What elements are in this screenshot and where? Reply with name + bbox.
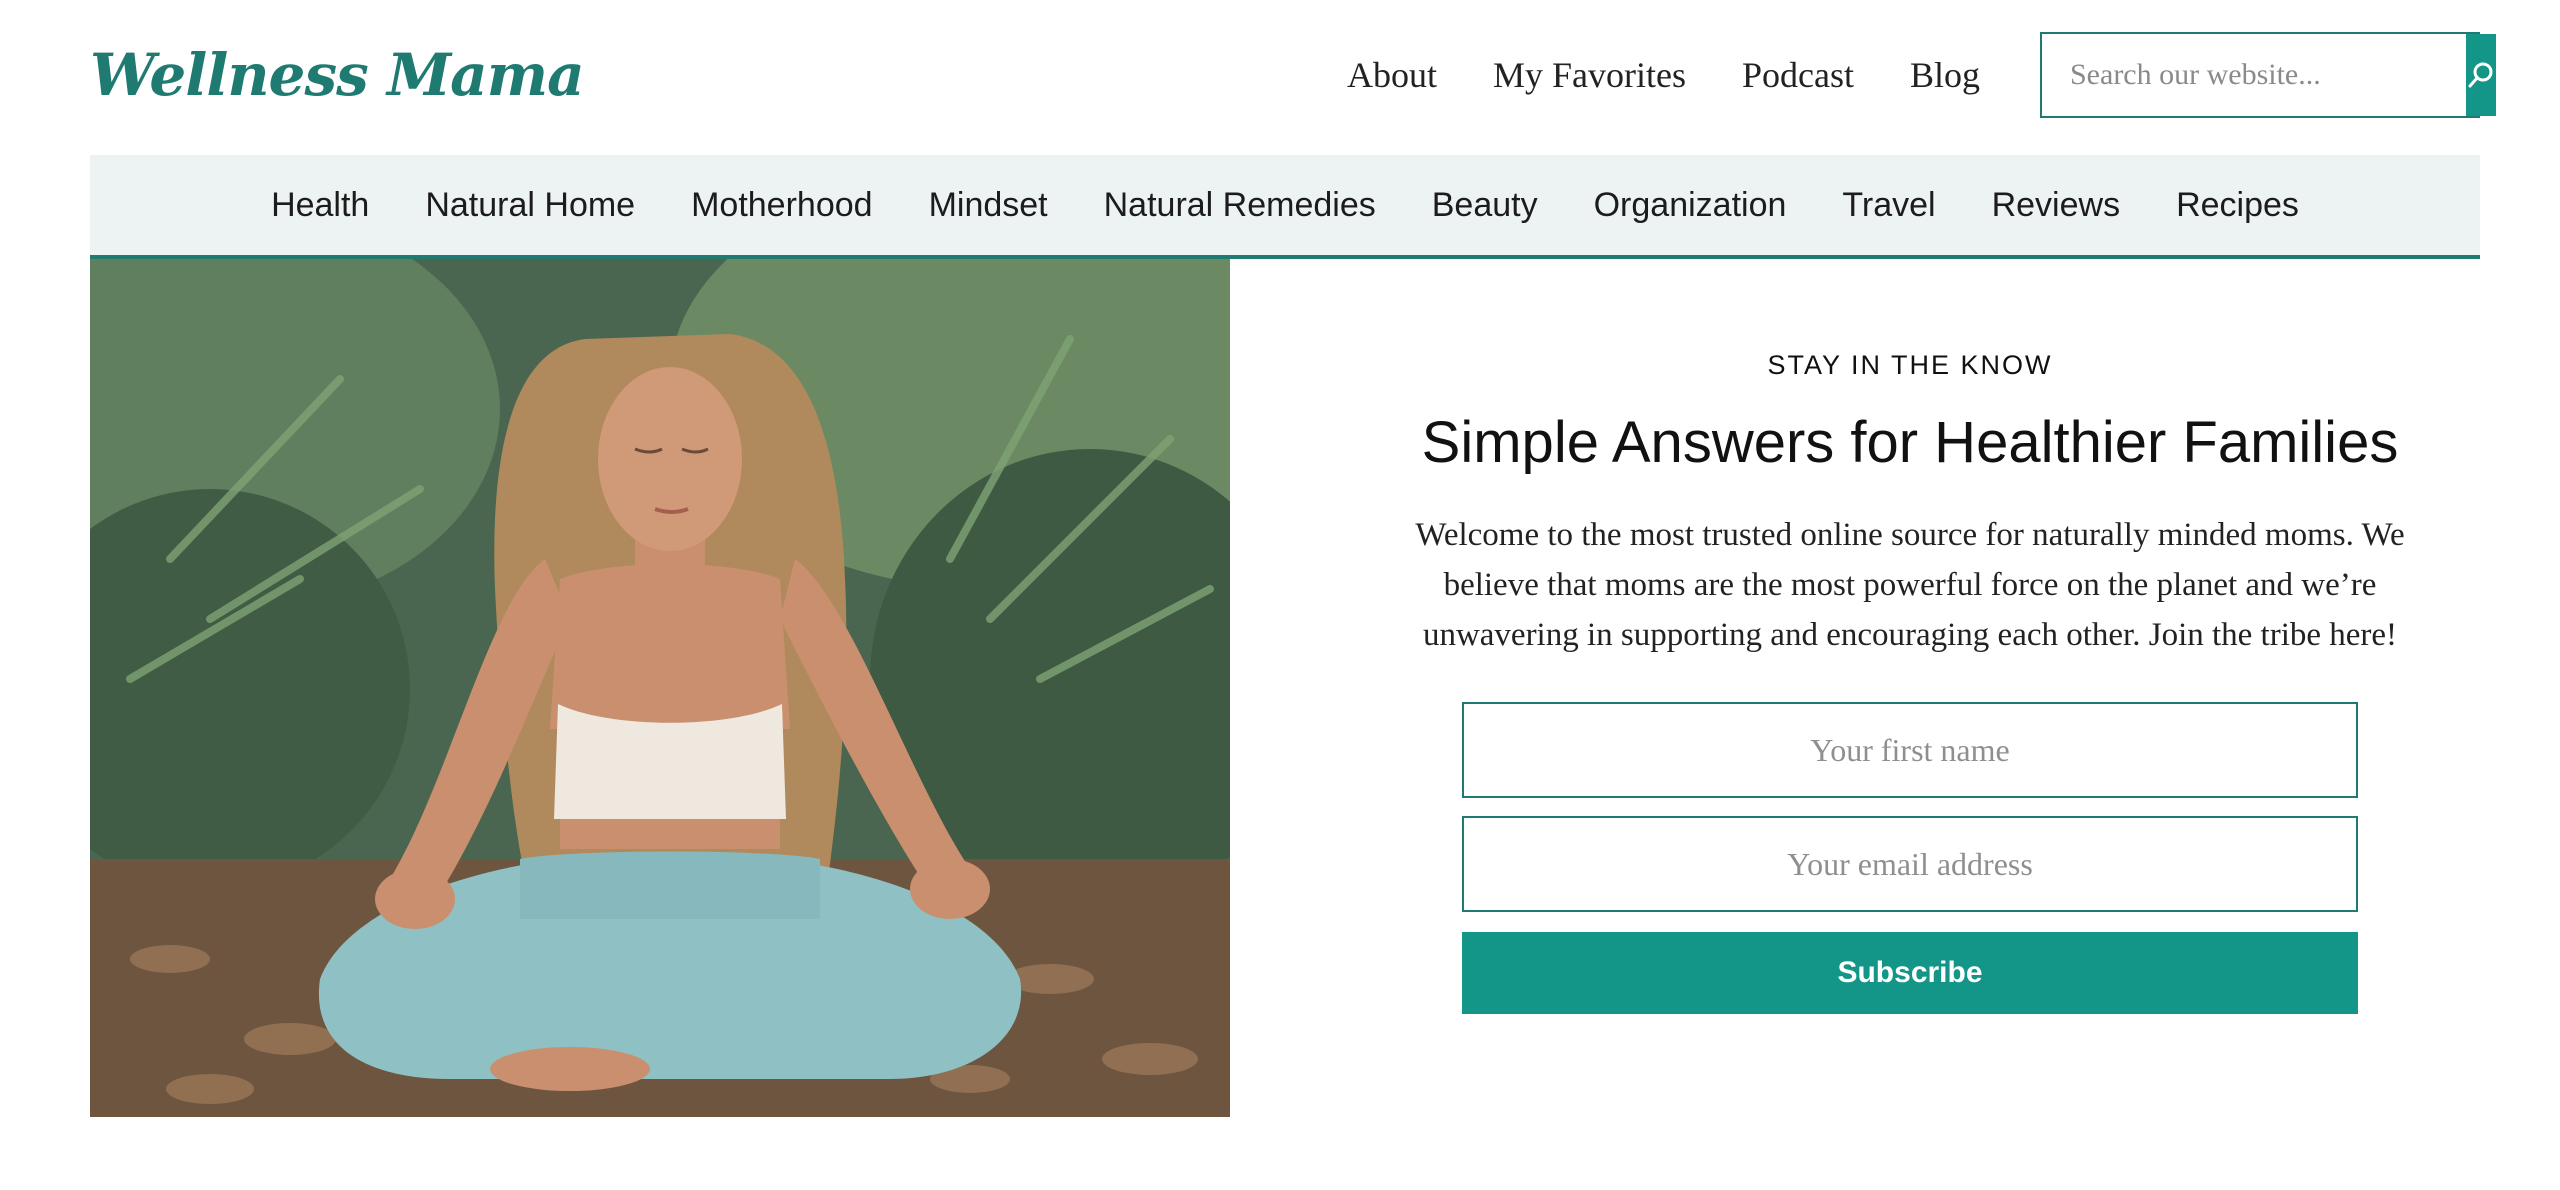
- top-nav-blog[interactable]: Blog: [1910, 54, 1980, 96]
- category-reviews[interactable]: Reviews: [1964, 155, 2148, 255]
- site-logo[interactable]: Wellness Mama: [90, 30, 585, 120]
- signup-eyebrow: STAY IN THE KNOW: [1767, 350, 2053, 380]
- hero-photo: [90, 259, 1230, 1117]
- page: Wellness Mama About My Favorites Podcast…: [0, 0, 2560, 1190]
- subscribe-button[interactable]: Subscribe: [1462, 932, 2358, 1014]
- category-motherhood[interactable]: Motherhood: [663, 155, 900, 255]
- search-button[interactable]: [2466, 34, 2496, 116]
- category-health[interactable]: Health: [243, 155, 397, 255]
- search-input[interactable]: [2042, 34, 2466, 116]
- category-nav: Health Natural Home Motherhood Mindset N…: [90, 155, 2480, 259]
- top-nav-podcast[interactable]: Podcast: [1742, 54, 1854, 96]
- category-natural-remedies[interactable]: Natural Remedies: [1076, 155, 1404, 255]
- top-nav-about[interactable]: About: [1347, 54, 1437, 96]
- category-beauty[interactable]: Beauty: [1404, 155, 1566, 255]
- hero-photo-illustration: [90, 259, 1230, 1117]
- signup-headline: Simple Answers for Healthier Families: [1421, 410, 2399, 475]
- search-box: [2040, 32, 2496, 118]
- email-field[interactable]: [1462, 816, 2358, 912]
- category-mindset[interactable]: Mindset: [901, 155, 1076, 255]
- first-name-field[interactable]: [1462, 702, 2358, 798]
- category-recipes[interactable]: Recipes: [2148, 155, 2327, 255]
- site-header: Wellness Mama About My Favorites Podcast…: [0, 0, 2560, 150]
- category-natural-home[interactable]: Natural Home: [397, 155, 663, 255]
- search-icon: [2468, 62, 2493, 88]
- newsletter-signup: STAY IN THE KNOW Simple Answers for Heal…: [1300, 350, 2520, 1014]
- category-organization[interactable]: Organization: [1566, 155, 1815, 255]
- top-nav-my-favorites[interactable]: My Favorites: [1493, 54, 1686, 96]
- category-travel[interactable]: Travel: [1814, 155, 1963, 255]
- signup-intro: Welcome to the most trusted online sourc…: [1415, 517, 2405, 653]
- top-nav: About My Favorites Podcast Blog: [1347, 40, 1980, 110]
